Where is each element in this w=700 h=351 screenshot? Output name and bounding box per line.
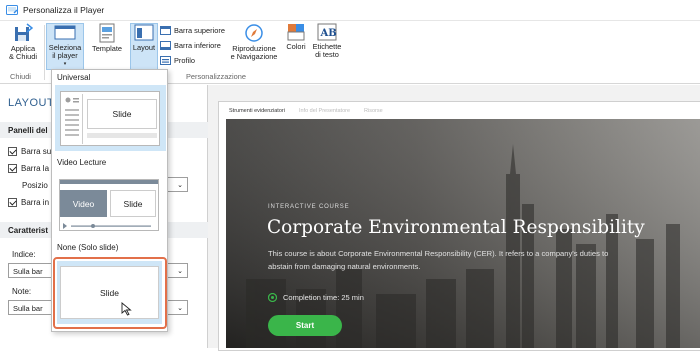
playback-navigation-label: Riproduzione e Navigazione <box>230 44 278 61</box>
app-icon <box>6 5 18 15</box>
text-labels-button[interactable]: AB Etichette di testo <box>311 23 343 59</box>
profile-icon <box>160 56 171 65</box>
top-bar-button[interactable]: Barra superiore <box>160 26 225 35</box>
play-icon <box>63 223 151 229</box>
video-preview: Video <box>60 190 107 217</box>
apply-close-label: Applica & Chiudi <box>9 44 37 61</box>
layout-pane-title: LAYOUT <box>8 97 55 109</box>
index-select-value: Sulla bar <box>13 267 43 276</box>
layout-option-universal[interactable]: Slide <box>55 85 166 151</box>
chevron-down-icon: ⌄ <box>177 305 183 312</box>
course-kicker: INTERACTIVE COURSE <box>268 204 350 210</box>
checkbox-label: Barra la <box>21 164 50 173</box>
player-icon <box>54 25 76 40</box>
playback-navigation-button[interactable]: Riproduzione e Navigazione <box>228 23 280 61</box>
layout-icon <box>134 24 154 41</box>
preview-tab[interactable]: Strumenti evidenziatori <box>229 108 285 114</box>
option-heading-none: None (Solo slide) <box>57 243 119 252</box>
apply-close-button[interactable]: Applica & Chiudi <box>4 23 42 61</box>
slide-preview: Slide <box>110 190 156 217</box>
text-labels-label: Etichette di testo <box>312 42 342 59</box>
checkbox-label: Barra su <box>21 147 52 156</box>
player-layout-dropdown: Universal Slide Video Lecture Video Slid… <box>51 69 168 332</box>
checkbox-label: Barra in <box>21 198 50 207</box>
template-icon <box>99 23 115 43</box>
group-label-personalize: Personalizzazione <box>186 72 246 81</box>
layout-label: Layout <box>132 43 156 52</box>
checkbox-row-bottom-bar[interactable]: Barra in <box>8 198 49 207</box>
slide-preview: Slide <box>60 266 159 319</box>
notes-label: Note: <box>12 287 32 296</box>
preview-tab[interactable]: Risorse <box>364 108 383 114</box>
completion-time-label: Completion time: 25 min <box>283 293 364 302</box>
profile-button[interactable]: Profilo <box>160 56 195 65</box>
colors-icon <box>287 24 305 41</box>
select-player-button[interactable]: Seleziona il player ▾ <box>46 23 84 70</box>
group-label-close: Chiudi <box>10 72 31 81</box>
option-heading-universal: Universal <box>57 73 91 82</box>
notes-select-value: Sulla bar <box>13 304 43 313</box>
preview-tabs: Strumenti evidenziatori Info del Present… <box>219 102 700 119</box>
text-labels-icon: AB <box>317 23 337 41</box>
layout-button[interactable]: Layout <box>130 23 158 70</box>
index-label: Indice: <box>12 250 36 259</box>
title-bar: Personalizza il Player <box>0 0 700 21</box>
bottom-bar-label: Barra inferiore <box>174 41 221 50</box>
chevron-down-icon: ▾ <box>63 61 67 67</box>
top-bar-icon <box>160 26 171 35</box>
course-slide: INTERACTIVE COURSE Corporate Environment… <box>226 119 700 348</box>
layout-option-none-selected[interactable]: Slide <box>53 257 167 329</box>
select-player-label: Seleziona il player <box>48 43 82 60</box>
checkbox-checked[interactable] <box>8 147 17 156</box>
template-button[interactable]: Template <box>88 23 126 53</box>
window-title: Personalizza il Player <box>23 5 105 15</box>
template-label: Template <box>92 44 122 53</box>
universal-thumbnail: Slide <box>60 91 160 146</box>
top-bar-label: Barra superiore <box>174 26 225 35</box>
top-bar-preview <box>60 180 158 184</box>
completion-time: Completion time: 25 min <box>268 293 364 302</box>
chevron-down-icon: ⌄ <box>177 268 183 275</box>
checkbox-row-side-bar[interactable]: Barra la <box>8 164 49 173</box>
sidebar-preview <box>63 94 83 144</box>
colors-button[interactable]: Colori <box>283 23 309 51</box>
compass-icon <box>245 24 263 42</box>
group-separator <box>44 25 45 80</box>
chevron-down-icon: ⌄ <box>177 182 183 189</box>
position-label: Posizio <box>22 181 48 190</box>
profile-label: Profilo <box>174 56 195 65</box>
bottom-bar-icon <box>160 41 171 50</box>
progress-bar-preview <box>87 133 157 138</box>
svg-text:AB: AB <box>320 28 337 39</box>
start-button[interactable]: Start <box>268 315 342 336</box>
highlight-background: Slide <box>57 261 162 324</box>
course-title: Corporate Environmental Responsibility <box>267 217 645 238</box>
preview-tab[interactable]: Info del Presentatore <box>299 108 350 114</box>
bottom-bar-button[interactable]: Barra inferiore <box>160 41 221 50</box>
option-heading-video-lecture: Video Lecture <box>57 158 107 167</box>
save-icon <box>15 23 33 41</box>
playback-bar-preview <box>63 222 155 229</box>
checkbox-checked[interactable] <box>8 198 17 207</box>
checkbox-row-top-bar[interactable]: Barra su <box>8 147 51 156</box>
layout-option-video-lecture[interactable]: Video Slide <box>59 179 159 231</box>
clock-icon <box>268 293 277 302</box>
mouse-cursor-icon <box>121 302 132 316</box>
slide-preview: Slide <box>87 99 157 129</box>
profile-list-icon <box>65 97 79 136</box>
checkbox-checked[interactable] <box>8 164 17 173</box>
colors-label: Colori <box>286 42 306 51</box>
course-description: This course is about Corporate Environme… <box>268 249 609 271</box>
